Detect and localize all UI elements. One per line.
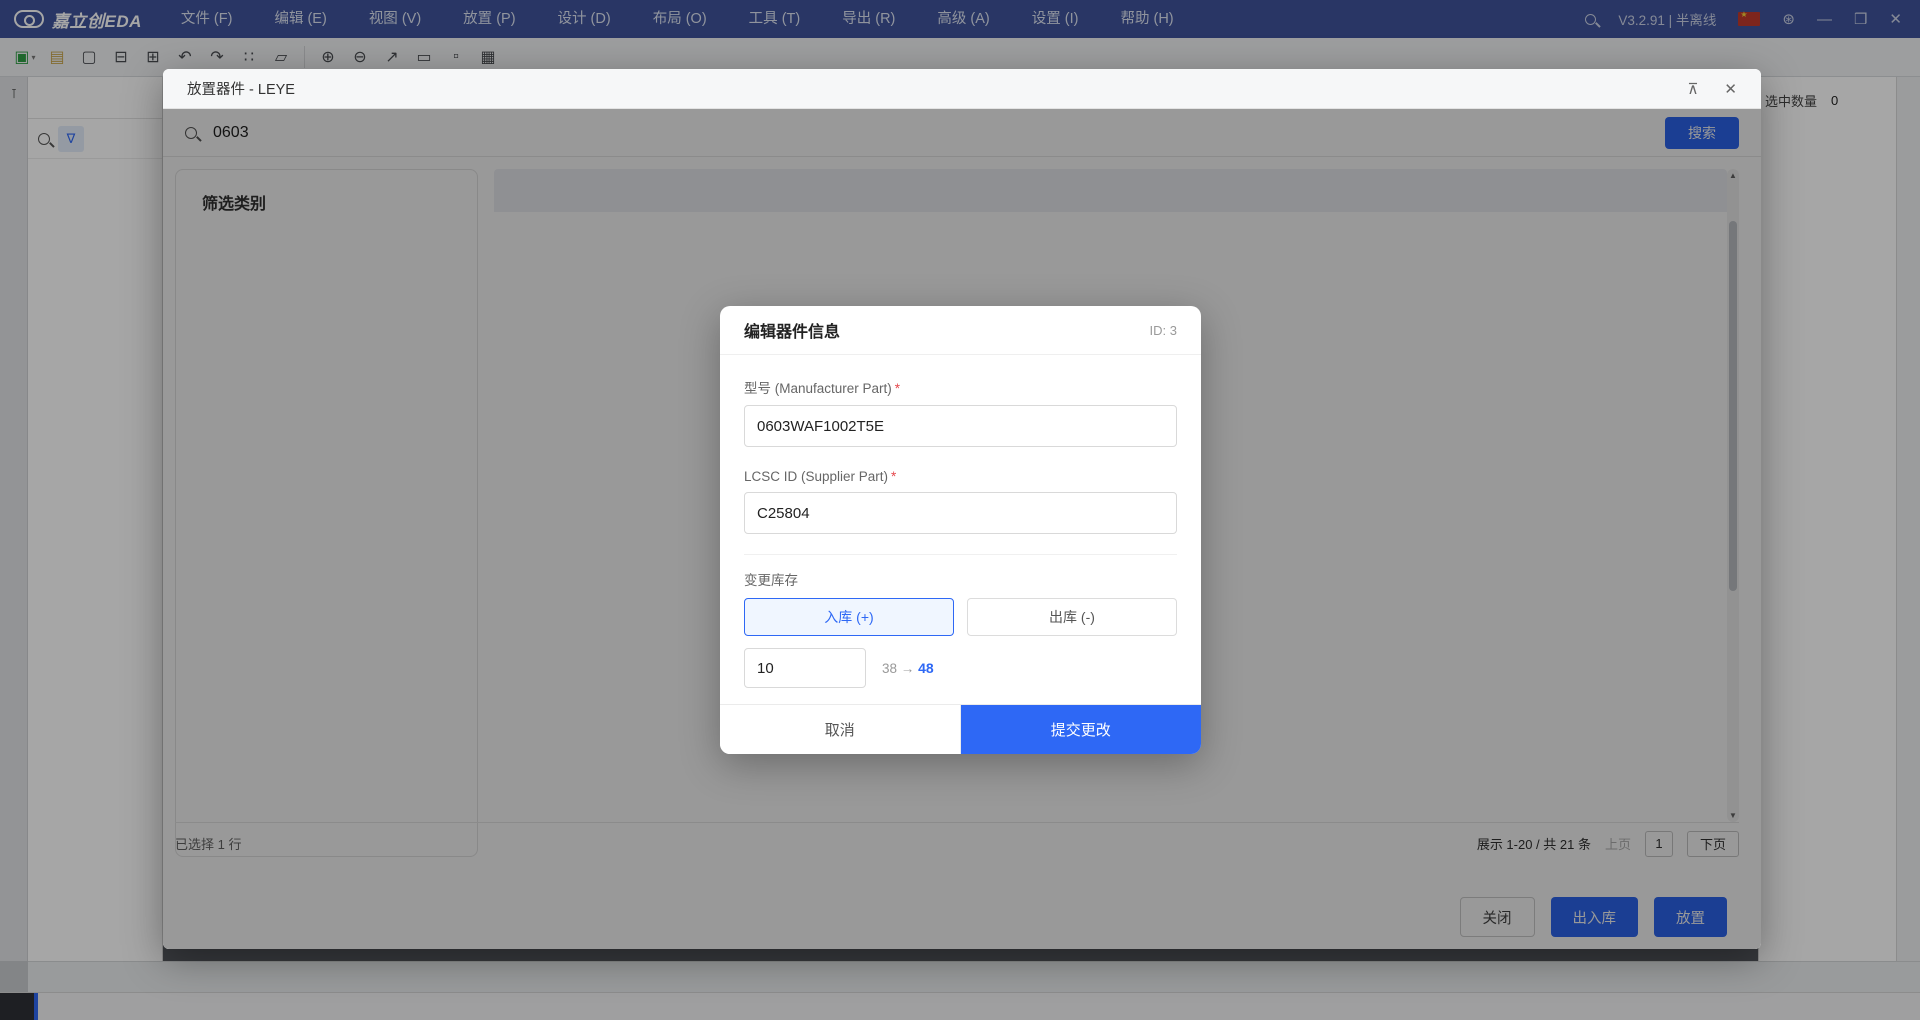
place-dialog-title: 放置器件 - LEYE — [187, 78, 295, 99]
quantity-input[interactable]: 10 — [744, 648, 866, 688]
divider — [744, 554, 1177, 555]
edit-dialog-header: 编辑器件信息 ID: 3 — [720, 306, 1201, 355]
lcsc-label: LCSC ID (Supplier Part)* — [744, 469, 1177, 484]
component-id-label: ID: 3 — [1150, 323, 1177, 338]
edit-component-dialog: 编辑器件信息 ID: 3 型号 (Manufacturer Part)* 060… — [720, 306, 1201, 754]
mpn-input[interactable]: 0603WAF1002T5E — [744, 405, 1177, 447]
mpn-label: 型号 (Manufacturer Part)* — [744, 377, 1177, 397]
dialog-close-icon[interactable]: ✕ — [1724, 80, 1737, 98]
place-dialog-titlebar: 放置器件 - LEYE ⊼ ✕ — [163, 69, 1761, 109]
stock-out-toggle[interactable]: 出库 (-) — [967, 598, 1177, 636]
lcsc-input[interactable]: C25804 — [744, 492, 1177, 534]
app-window: 嘉立创EDA 文件 (F)编辑 (E)视图 (V)放置 (P)设计 (D)布局 … — [0, 0, 1920, 1020]
submit-changes-button[interactable]: 提交更改 — [961, 705, 1202, 754]
stock-in-toggle[interactable]: 入库 (+) — [744, 598, 954, 636]
stock-change-preview: 38 → 48 — [882, 660, 934, 676]
collapse-top-icon[interactable]: ⊼ — [1687, 80, 1698, 98]
cancel-button[interactable]: 取消 — [720, 705, 961, 754]
required-mark: * — [895, 381, 900, 396]
stock-section-label: 变更库存 — [744, 569, 1177, 589]
edit-dialog-title: 编辑器件信息 — [744, 318, 840, 342]
